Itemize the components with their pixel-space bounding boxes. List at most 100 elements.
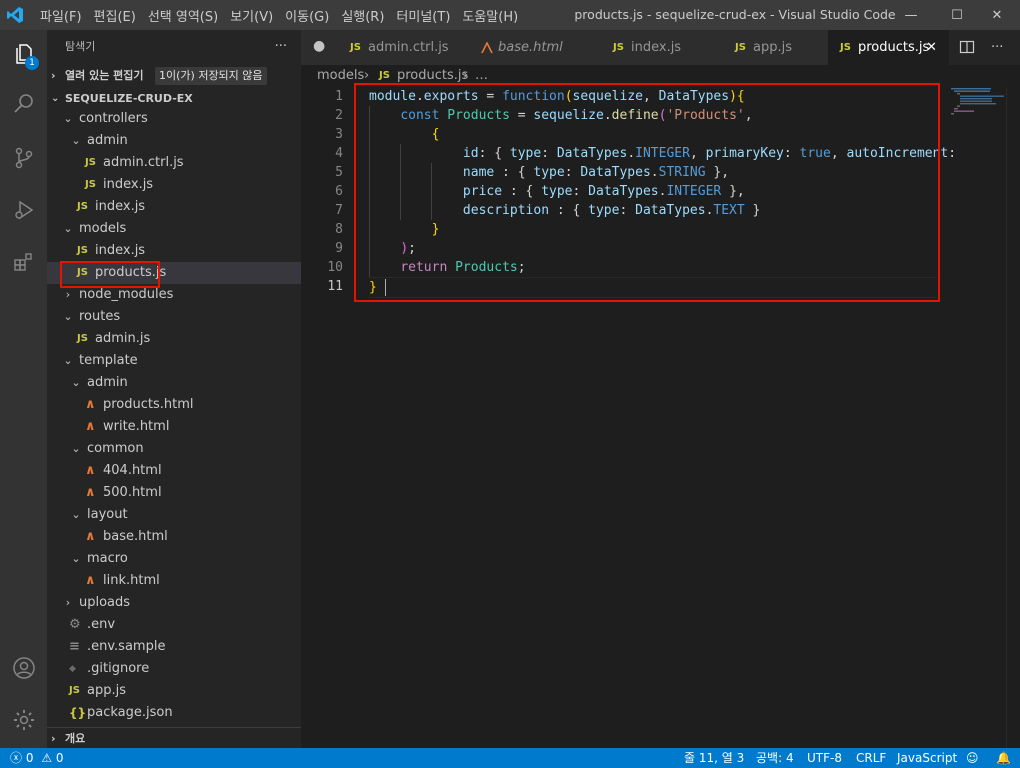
search-activity[interactable] — [0, 80, 47, 128]
menu-view[interactable]: 보기(V) — [224, 6, 279, 25]
file-label: 500.html — [103, 485, 162, 500]
tab-products-js[interactable]: JS products.js ✕ — [828, 30, 950, 65]
extensions-activity[interactable] — [0, 238, 47, 286]
tree-item[interactable]: ∧ 500.html — [47, 482, 301, 504]
outline-section[interactable]: › 개요 — [47, 727, 301, 750]
tree-item[interactable]: ∧ link.html — [47, 570, 301, 592]
folder-label: template — [79, 353, 138, 368]
eol-setting[interactable]: CRLF — [856, 748, 886, 768]
problems-indicator[interactable]: ⓧ 0 ⚠ 0 — [10, 748, 64, 768]
open-editors-section[interactable]: › 열려 있는 편집기 1이(가) 저장되지 않음 — [47, 65, 301, 87]
split-editor-button[interactable] — [959, 39, 975, 59]
source-control-activity[interactable] — [0, 134, 47, 182]
tree-item[interactable]: ∧ base.html — [47, 526, 301, 548]
tree-item[interactable]: ⌄ common — [47, 438, 301, 460]
tree-item[interactable]: ⌄ template — [47, 350, 301, 372]
feedback-icon[interactable]: ☺ — [966, 748, 979, 768]
source-control-icon — [15, 147, 32, 169]
tab-label: base.html — [498, 40, 563, 55]
minimize-button[interactable]: — — [888, 0, 934, 30]
chevron-down-icon: ⌄ — [71, 376, 81, 389]
file-label: .gitignore — [87, 661, 150, 676]
tree-item[interactable]: ∧ products.html — [47, 394, 301, 416]
tree-item[interactable]: {} package.json — [47, 702, 301, 724]
minimap[interactable] — [949, 87, 1007, 127]
tree-item[interactable]: JS index.js — [47, 240, 301, 262]
file-label: .env — [87, 617, 116, 632]
extensions-icon — [13, 253, 32, 271]
line-number: 6 — [335, 184, 343, 199]
js-file-icon: JS — [85, 179, 96, 190]
warning-icon: ⚠ — [41, 751, 53, 765]
tree-item[interactable]: ⚙ .env — [47, 614, 301, 636]
status-bar: ⓧ 0 ⚠ 0 줄 11, 열 3 공백: 4 UTF-8 CRLF JavaS… — [0, 748, 1020, 768]
encoding-setting[interactable]: UTF-8 — [807, 748, 842, 768]
tree-item[interactable]: ⌄ models — [47, 218, 301, 240]
json-file-icon: {} — [69, 706, 87, 720]
menu-go[interactable]: 이동(G) — [279, 6, 335, 25]
tree-item[interactable]: JS app.js — [47, 680, 301, 702]
bell-icon[interactable]: 🔔 — [996, 748, 1011, 768]
html-file-icon: ∧ — [85, 529, 96, 544]
line-number: 3 — [335, 127, 343, 142]
close-window-button[interactable]: ✕ — [974, 0, 1020, 30]
file-highlight-box — [60, 261, 160, 288]
editor-more-button[interactable]: ··· — [991, 30, 1003, 65]
menu-edit[interactable]: 편집(E) — [88, 6, 142, 25]
editor-scrollbar[interactable] — [1006, 87, 1020, 748]
folder-label: routes — [79, 309, 121, 324]
tree-item[interactable]: ⌄ admin — [47, 130, 301, 152]
tree-item[interactable]: JS index.js — [47, 196, 301, 218]
tree-item[interactable]: ⌄ layout — [47, 504, 301, 526]
tree-item[interactable]: ⌄ admin — [47, 372, 301, 394]
account-icon — [12, 657, 35, 679]
cursor-position[interactable]: 줄 11, 열 3 — [684, 748, 744, 768]
warning-count: 0 — [55, 751, 64, 765]
chevron-down-icon: ⌄ — [71, 552, 81, 565]
text-file-icon: ≡ — [69, 639, 80, 654]
explorer-activity[interactable]: 1 — [0, 30, 47, 78]
open-editors-label: 열려 있는 편집기 — [65, 69, 144, 82]
tree-item[interactable]: ⌄ controllers — [47, 108, 301, 130]
tree-item[interactable]: JS admin.js — [47, 328, 301, 350]
minimap-preview — [951, 88, 1004, 115]
tree-item[interactable]: ◆ .gitignore — [47, 658, 301, 680]
menu-help[interactable]: 도움말(H) — [456, 6, 524, 25]
tab-label: app.js — [753, 40, 792, 55]
tree-item[interactable]: ∧ write.html — [47, 416, 301, 438]
tree-item[interactable]: JS index.js — [47, 174, 301, 196]
tree-item[interactable]: JS admin.ctrl.js — [47, 152, 301, 174]
run-debug-activity[interactable] — [0, 186, 47, 234]
tree-item[interactable]: ⌄ macro — [47, 548, 301, 570]
js-file-icon: JS — [613, 42, 624, 53]
js-file-icon: JS — [77, 245, 88, 256]
title-bar: 파일(F) 편집(E) 선택 영역(S) 보기(V) 이동(G) 실행(R) 터… — [0, 0, 1020, 30]
menu-terminal[interactable]: 터미널(T) — [390, 6, 456, 25]
project-section[interactable]: ⌄ SEQUELIZE-CRUD-EX — [47, 88, 301, 110]
menu-selection[interactable]: 선택 영역(S) — [142, 6, 224, 25]
js-file-icon: JS — [69, 685, 80, 696]
unsaved-badge: 1 — [25, 56, 39, 70]
tree-item[interactable]: › uploads — [47, 592, 301, 614]
tree-item[interactable]: ≡ .env.sample — [47, 636, 301, 658]
js-file-icon: JS — [840, 42, 851, 53]
language-mode[interactable]: JavaScript — [897, 748, 957, 768]
tab-admin-ctrl-js[interactable]: JS admin.ctrl.js — [336, 30, 469, 65]
tree-item[interactable]: ∧ 404.html — [47, 460, 301, 482]
explorer-more-button[interactable]: ··· — [275, 30, 287, 63]
tab-index-js[interactable]: JS index.js — [599, 30, 722, 65]
tab-base-html[interactable]: base.html — [468, 30, 600, 65]
file-label: base.html — [103, 529, 168, 544]
tree-item[interactable]: ⌄ routes — [47, 306, 301, 328]
file-label: admin.ctrl.js — [103, 155, 184, 170]
js-file-icon: JS — [77, 333, 88, 344]
manage-activity[interactable] — [0, 696, 47, 744]
accounts-activity[interactable] — [0, 644, 47, 692]
file-label: .env.sample — [87, 639, 166, 654]
tab-close-icon[interactable]: ✕ — [926, 30, 937, 65]
tab-app-js[interactable]: JS app.js — [721, 30, 829, 65]
menu-run[interactable]: 실행(R) — [335, 6, 390, 25]
menu-file[interactable]: 파일(F) — [34, 6, 88, 25]
html-file-icon — [481, 30, 493, 69]
indentation-setting[interactable]: 공백: 4 — [756, 748, 794, 768]
